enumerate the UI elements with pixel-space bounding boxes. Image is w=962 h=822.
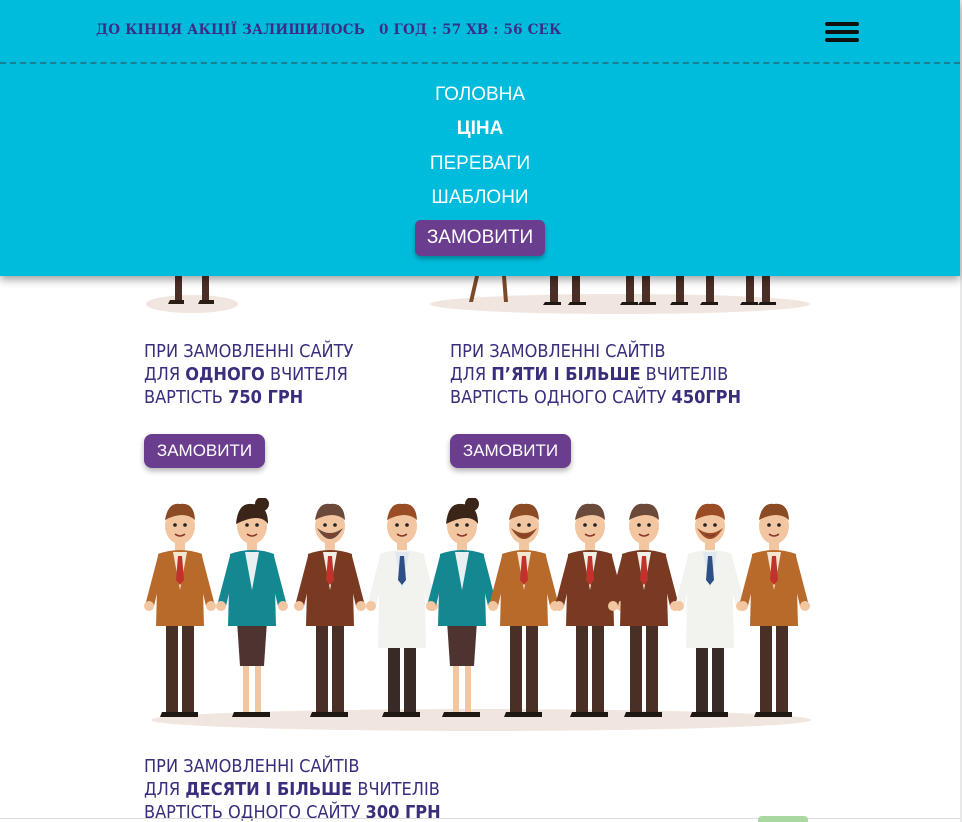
offer-line-2: ДЛЯ ОДНОГО ВЧИТЕЛЯ [144,363,353,386]
nav-order-button[interactable]: ЗАМОВИТИ [415,220,545,256]
offer-one-teacher: ПРИ ЗАМОВЛЕННІ САЙТУ ДЛЯ ОДНОГО ВЧИТЕЛЯ … [144,340,353,409]
site-header: ДО КІНЦЯ АКЦІЇ ЗАЛИШИЛОСЬ 0 ГОД : 57 ХВ :… [0,0,960,276]
offer-five-teachers: ПРИ ЗАМОВЛЕННІ САЙТІВ ДЛЯ П’ЯТИ І БІЛЬШЕ… [450,340,741,409]
page-divider [0,818,960,819]
offer-text: ДЛЯ [144,779,186,800]
header-divider [0,62,960,64]
floating-widget-edge[interactable] [758,816,808,822]
offer-highlight: П’ЯТИ І БІЛЬШЕ [491,364,641,385]
offer-ten-teachers: ПРИ ЗАМОВЛЕННІ САЙТІВ ДЛЯ ДЕСЯТИ І БІЛЬШ… [144,755,441,822]
teacher-figure [488,503,560,717]
offer-price: 300 ГРН [365,802,441,822]
offer-highlight: ОДНОГО [185,364,265,385]
offer-text: ВЧИТЕЛІВ [640,364,729,385]
countdown-value: 0 ГОД : 57 ХВ : 56 СЕК [379,22,562,38]
offer-price-line: ВАРТІСТЬ 750 ГРН [144,386,353,409]
promo-countdown: ДО КІНЦЯ АКЦІЇ ЗАЛИШИЛОСЬ 0 ГОД : 57 ХВ :… [96,22,562,38]
offer-price-line: ВАРТІСТЬ ОДНОГО САЙТУ 450ГРН [450,386,741,409]
offer-line-2: ДЛЯ ДЕСЯТИ І БІЛЬШЕ ВЧИТЕЛІВ [144,778,441,801]
teachers-group-illustration [144,498,811,731]
offer-text: ВАРТІСТЬ ОДНОГО САЙТУ [144,802,366,822]
teacher-figure [738,503,810,717]
teacher-figure [294,503,366,717]
teacher-figure [366,503,438,717]
offer-line-2: ДЛЯ П’ЯТИ І БІЛЬШЕ ВЧИТЕЛІВ [450,363,741,386]
teacher-figure [674,503,746,717]
order-button-five-teachers[interactable]: ЗАМОВИТИ [450,434,571,468]
nav-item-advantages[interactable]: ПЕРЕВАГИ [0,153,960,175]
offer-line-1: ПРИ ЗАМОВЛЕННІ САЙТУ [144,341,354,362]
teacher-figure [216,498,288,717]
promo-label: ДО КІНЦЯ АКЦІЇ ЗАЛИШИЛОСЬ [96,22,365,38]
offer-text: ДЛЯ [144,364,186,385]
order-button-one-teacher[interactable]: ЗАМОВИТИ [144,434,265,468]
offer-text: ДЛЯ [450,364,492,385]
nav-item-price[interactable]: ЦІНА [0,118,960,140]
offer-line-1: ПРИ ЗАМОВЛЕННІ САЙТІВ [144,756,360,777]
nav-item-home[interactable]: ГОЛОВНА [0,84,960,106]
teacher-figure [144,503,216,717]
offer-text: ВЧИТЕЛІВ [352,779,440,800]
offer-line-1: ПРИ ЗАМОВЛЕННІ САЙТІВ [450,341,666,362]
offer-text: ВАРТІСТЬ ОДНОГО САЙТУ [450,387,672,408]
offer-text: ВАРТІСТЬ [144,387,229,408]
nav-item-templates[interactable]: ШАБЛОНИ [0,187,960,209]
offer-text: ВЧИТЕЛЯ [264,364,348,385]
offer-highlight: ДЕСЯТИ І БІЛЬШЕ [185,779,353,800]
offer-price: 450ГРН [671,387,742,408]
offer-price: 750 ГРН [228,387,304,408]
hamburger-menu-icon[interactable] [825,20,859,44]
promo-bar: ДО КІНЦЯ АКЦІЇ ЗАЛИШИЛОСЬ 0 ГОД : 57 ХВ :… [0,0,960,63]
